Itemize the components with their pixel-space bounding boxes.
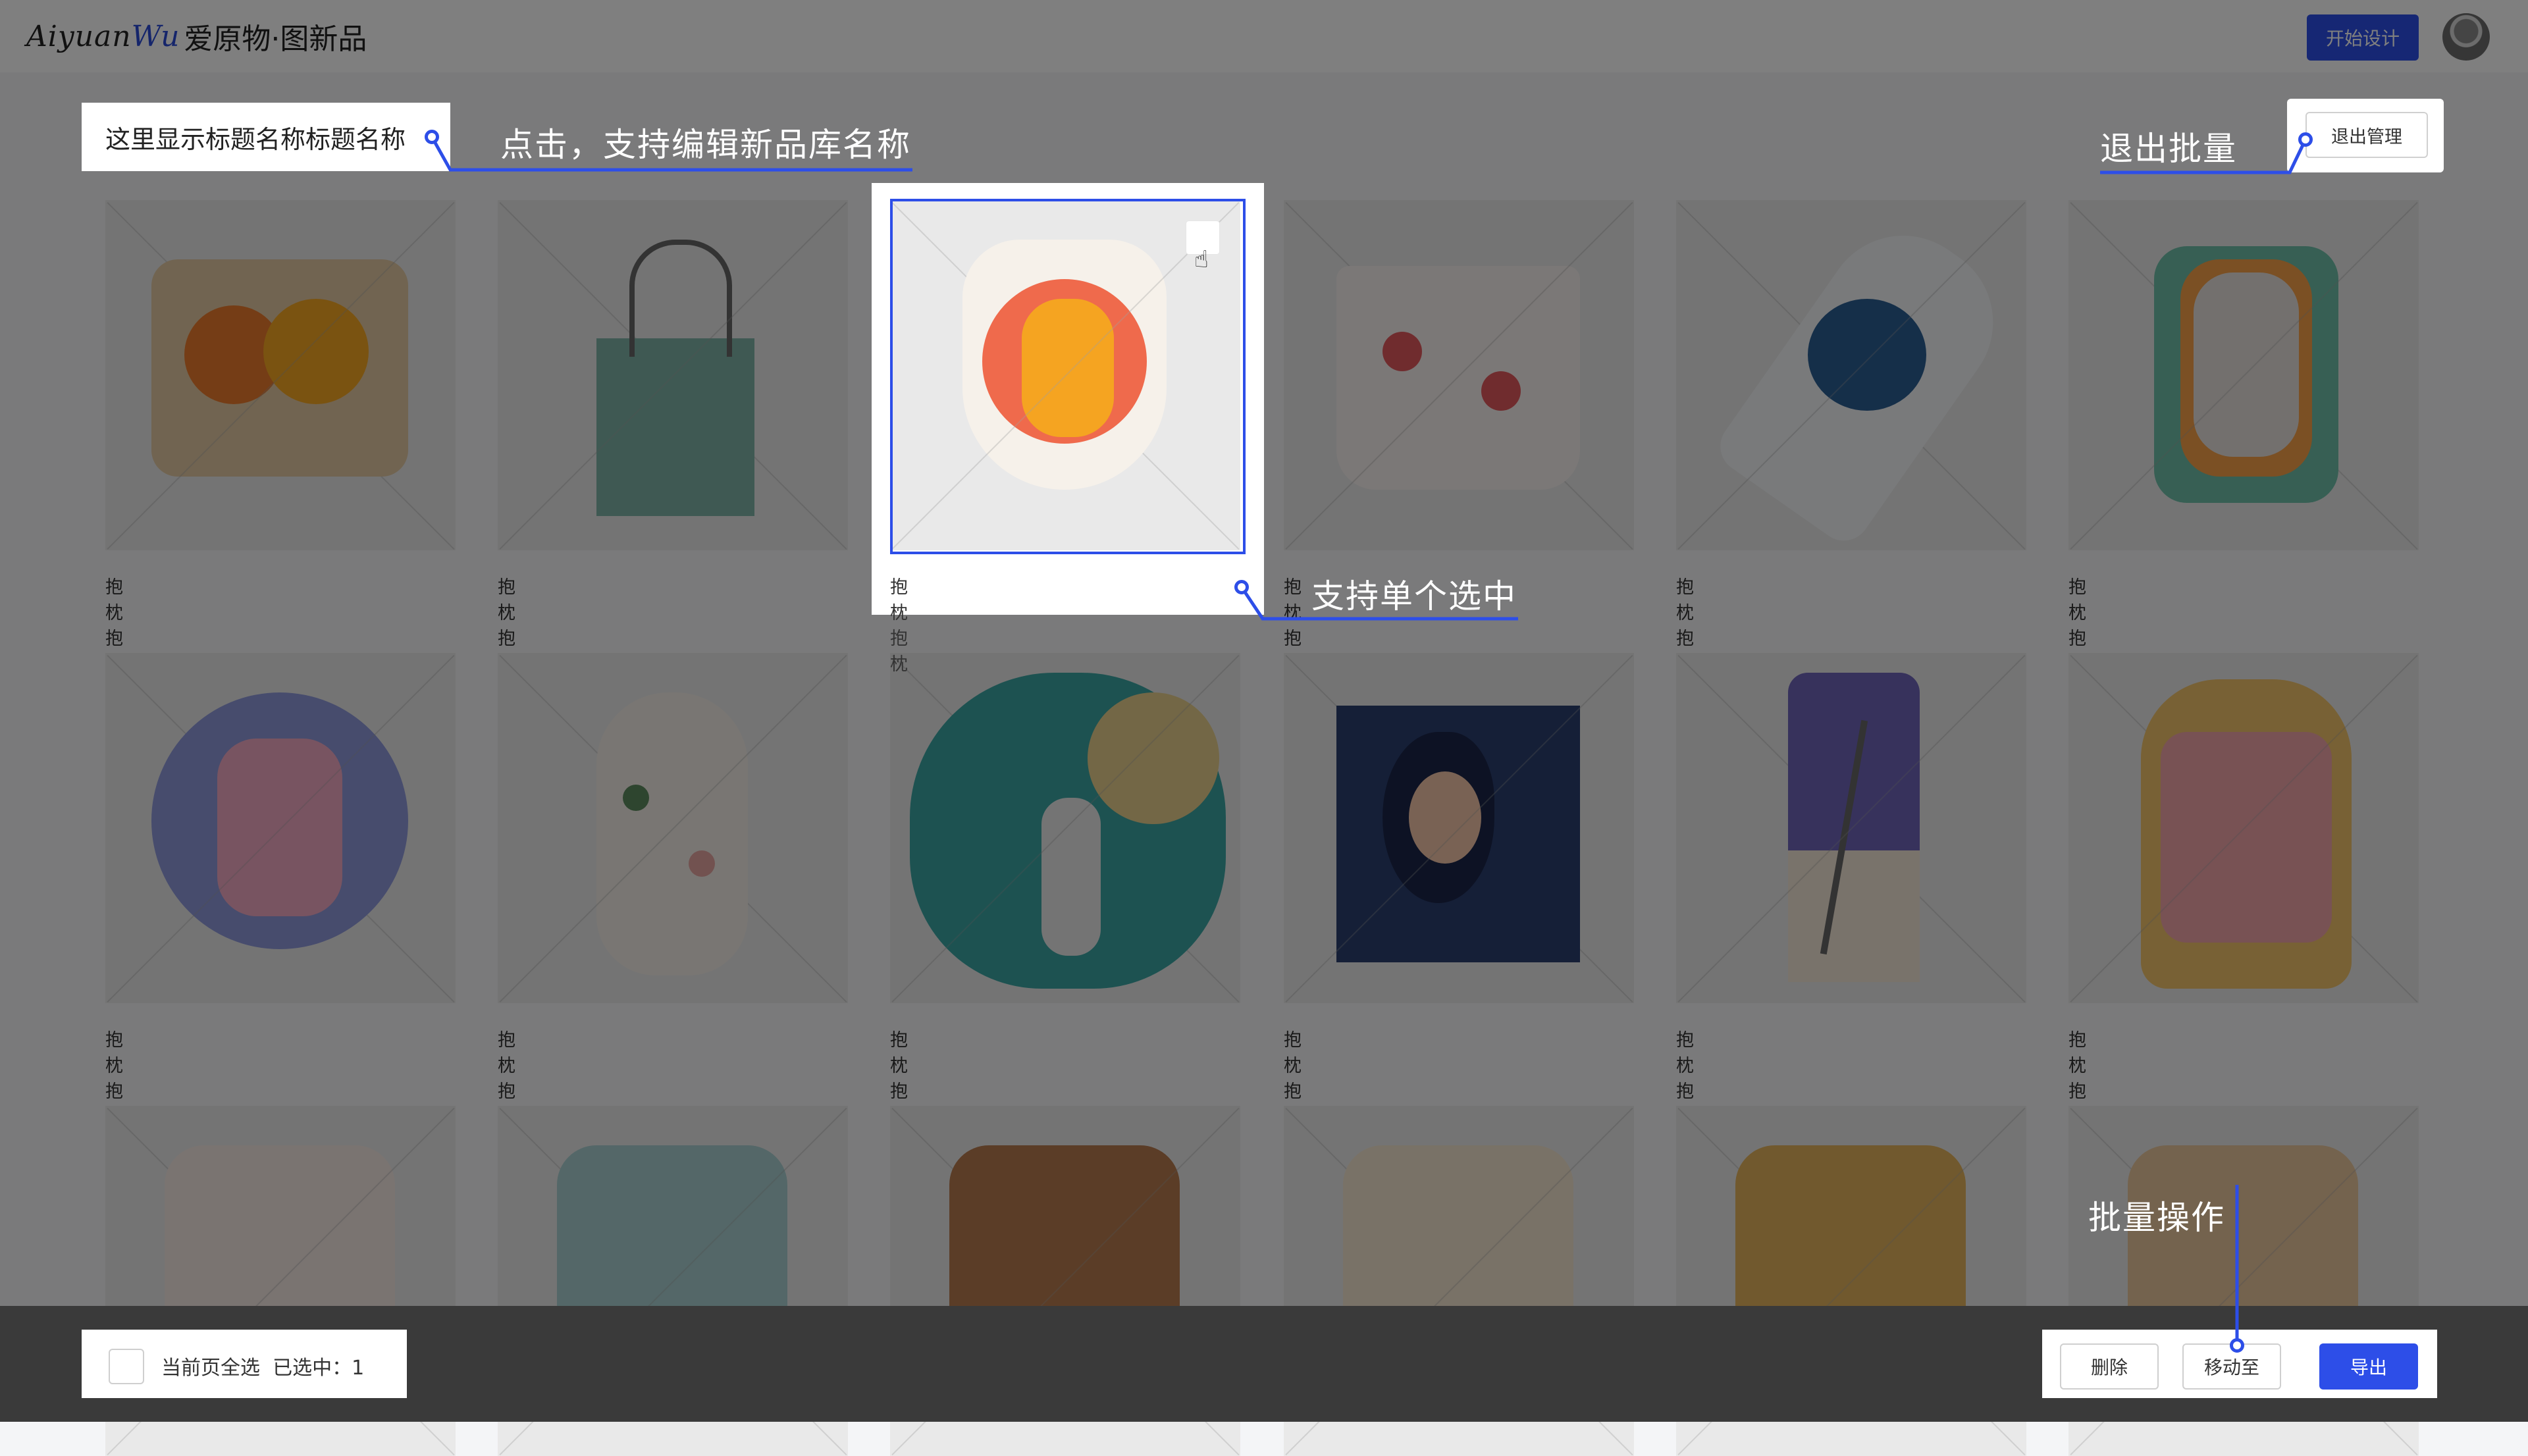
annotation-single-select: 支持单个选中 [1311,577,1517,615]
hand-cursor-icon: ☝ [1194,246,1209,273]
logo-text: 爱原物·图新品 [184,22,367,56]
product-thumbnail[interactable] [1284,200,1634,550]
product-thumbnail[interactable] [2068,200,2419,550]
product-name: 抱枕抱枕 [890,577,908,675]
annotation-batch-ops: 批量操作 [2088,1199,2225,1237]
library-title[interactable]: 这里显示标题名称标题名称 [82,103,450,171]
annotation-dot [2230,1338,2244,1353]
start-design-button[interactable]: 开始设计 [2307,14,2419,61]
annotation-dot [2298,132,2313,147]
product-thumbnail[interactable] [1676,200,2026,550]
annotation-exit-batch: 退出批量 [2100,130,2237,168]
select-all-label: 当前页全选 已选中：1 [161,1357,365,1380]
delete-button[interactable]: 删除 [2060,1343,2159,1390]
export-button[interactable]: 导出 [2319,1343,2418,1390]
top-header: AiyuanWu 爱原物·图新品 开始设计 [0,0,2528,72]
select-all-container: 当前页全选 已选中：1 [82,1330,407,1398]
annotation-edit-name: 点击，支持编辑新品库名称 [500,126,911,164]
logo-script: AiyuanWu [26,19,180,53]
product-thumbnail[interactable] [498,653,848,1003]
annotation-dot [425,130,439,144]
exit-manage-button[interactable]: 退出管理 [2305,112,2428,158]
product-thumbnail[interactable] [1284,653,1634,1003]
select-all-checkbox[interactable] [109,1349,144,1384]
brand-logo[interactable]: AiyuanWu 爱原物·图新品 [26,14,367,58]
product-thumbnail[interactable] [2068,653,2419,1003]
product-thumbnail[interactable] [1676,653,2026,1003]
product-thumbnail[interactable] [498,200,848,550]
product-thumbnail[interactable] [105,200,456,550]
product-thumbnail[interactable] [890,653,1240,1003]
avatar[interactable] [2442,13,2490,61]
selected-count: 已选中：1 [273,1357,365,1380]
annotation-dot [1234,580,1249,594]
product-thumbnail[interactable] [105,653,456,1003]
